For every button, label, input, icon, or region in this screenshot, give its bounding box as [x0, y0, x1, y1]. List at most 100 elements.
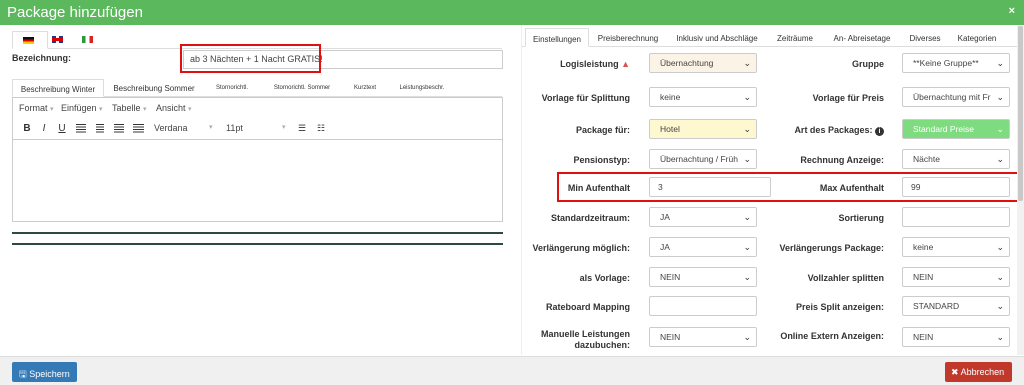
info-icon: i	[875, 127, 884, 136]
tab-preisberechnung[interactable]: Preisberechnung	[591, 28, 665, 47]
modal-header: Package hinzufügen ×	[0, 0, 1024, 25]
online-extern-select[interactable]: NEIN ⌄	[902, 327, 1010, 347]
manuelle-leistungen-select[interactable]: NEIN ⌄	[649, 327, 757, 347]
editor-toolbar: B I U Verdana ▾ 11pt ▾ ☰ ☷	[13, 118, 502, 140]
vorlage-preis-select[interactable]: Übernachtung mit Fr ⌄	[902, 87, 1010, 107]
font-family-select[interactable]: Verdana	[154, 123, 188, 133]
underline-button[interactable]: U	[56, 123, 68, 135]
rechnung-anzeige-label: Rechnung Anzeige:	[800, 155, 884, 165]
left-panel: Bezeichnung: ab 3 Nächten + 1 Nacht GRAT…	[0, 25, 510, 355]
chevron-down-icon: ⌄	[996, 332, 1004, 342]
align-right-button[interactable]	[113, 123, 125, 135]
art-packages-label: Art des Packages: i	[762, 125, 884, 136]
close-icon[interactable]: ×	[1009, 5, 1015, 17]
vollzahler-splitten-label: Vollzahler splitten	[807, 273, 884, 283]
editor-menubar: Format ▾ Einfügen ▾ Tabelle ▾ Ansicht ▾	[13, 98, 502, 118]
chevron-down-icon: ⌄	[996, 124, 1004, 134]
chevron-down-icon: ▾	[282, 124, 286, 131]
gruppe-label: Gruppe	[851, 59, 884, 69]
chevron-down-icon: ⌄	[743, 212, 751, 222]
verlaengerungs-package-label: Verlängerungs Package:	[779, 243, 884, 253]
align-center-icon	[96, 124, 104, 133]
bezeichnung-label: Bezeichnung:	[12, 53, 72, 63]
verlaengerung-moeglich-select[interactable]: JA ⌄	[649, 237, 757, 257]
chevron-down-icon: ⌄	[743, 272, 751, 282]
german-flag-icon	[23, 37, 34, 44]
highlight-box-bezeichnung	[180, 44, 321, 73]
package-fuer-label: Package für:	[575, 125, 630, 135]
tab-leistungsbeschr[interactable]: Leistungsbeschr.	[388, 79, 456, 97]
standardzeitraum-select[interactable]: JA ⌄	[649, 207, 757, 227]
menu-tabelle[interactable]: Tabelle ▾	[112, 103, 147, 113]
menu-ansicht[interactable]: Ansicht ▾	[156, 103, 192, 113]
tab-zeitraeume[interactable]: Zeiträume	[769, 28, 821, 47]
tab-diverses[interactable]: Diverses	[903, 28, 947, 47]
tab-an-abreisetage[interactable]: An- Abreisetage	[823, 28, 901, 47]
tab-beschreibung-winter[interactable]: Beschreibung Winter	[12, 79, 104, 97]
logisleistung-select[interactable]: Übernachtung ⌄	[649, 53, 757, 73]
highlight-box-aufenthalt	[557, 172, 1019, 202]
modal-footer: 🖫 Speichern ✖ Abbrechen	[0, 356, 1024, 385]
package-fuer-select[interactable]: Hotel ⌄	[649, 119, 757, 139]
gruppe-select[interactable]: **Keine Gruppe** ⌄	[902, 53, 1010, 73]
align-right-icon	[114, 124, 124, 133]
italian-flag-icon	[82, 36, 93, 43]
chevron-down-icon: ⌄	[996, 301, 1004, 311]
menu-format[interactable]: Format ▾	[19, 103, 54, 113]
vorlage-preis-label: Vorlage für Preis	[812, 93, 884, 103]
online-extern-label: Online Extern Anzeigen:	[780, 331, 884, 341]
tab-beschreibung-sommer[interactable]: Beschreibung Sommer	[106, 79, 202, 97]
sortierung-input[interactable]	[902, 207, 1010, 227]
british-flag-icon	[52, 36, 63, 43]
editor-content-area[interactable]	[13, 140, 502, 221]
chevron-down-icon: ⌄	[996, 154, 1004, 164]
chevron-down-icon: ▾	[143, 106, 147, 113]
pensionstyp-label: Pensionstyp:	[573, 155, 630, 165]
bullet-list-button[interactable]: ☰	[296, 123, 308, 135]
tab-einstellungen[interactable]: Einstellungen	[525, 28, 589, 47]
modal-title: Package hinzufügen	[7, 4, 143, 21]
tab-kurztext[interactable]: Kurztext	[344, 79, 386, 97]
tab-inklusiv-abschlaege[interactable]: Inklusiv und Abschläge	[667, 28, 767, 47]
art-packages-select[interactable]: Standard Preise ⌄	[902, 119, 1010, 139]
preis-split-select[interactable]: STANDARD ⌄	[902, 296, 1010, 316]
vollzahler-splitten-select[interactable]: NEIN ⌄	[902, 267, 1010, 287]
bold-button[interactable]: B	[21, 123, 33, 135]
rechnung-anzeige-select[interactable]: Nächte ⌄	[902, 149, 1010, 169]
als-vorlage-label: als Vorlage:	[579, 273, 630, 283]
bullet-list-icon: ☰	[297, 123, 307, 133]
align-left-button[interactable]	[75, 123, 87, 135]
close-icon: ✖	[951, 367, 959, 377]
pensionstyp-select[interactable]: Übernachtung / Früh ⌄	[649, 149, 757, 169]
chevron-down-icon: ⌄	[743, 154, 751, 164]
tab-kategorien[interactable]: Kategorien	[949, 28, 1005, 47]
als-vorlage-select[interactable]: NEIN ⌄	[649, 267, 757, 287]
standardzeitraum-label: Standardzeitraum:	[550, 213, 630, 223]
menu-einfuegen[interactable]: Einfügen ▾	[61, 103, 103, 113]
chevron-down-icon: ▾	[50, 106, 54, 113]
verlaengerungs-package-select[interactable]: keine ⌄	[902, 237, 1010, 257]
chevron-down-icon: ▾	[209, 124, 213, 131]
chevron-down-icon: ⌄	[996, 272, 1004, 282]
scrollbar-thumb[interactable]	[1018, 26, 1023, 201]
chevron-down-icon: ▾	[99, 106, 103, 113]
chevron-down-icon: ⌄	[996, 92, 1004, 102]
rateboard-mapping-input[interactable]	[649, 296, 757, 316]
chevron-down-icon: ⌄	[743, 124, 751, 134]
chevron-down-icon: ⌄	[996, 242, 1004, 252]
tab-language-it[interactable]	[72, 31, 108, 49]
align-left-icon	[76, 124, 86, 133]
description-tabs: Beschreibung Winter Beschreibung Sommer …	[12, 79, 502, 97]
justify-button[interactable]	[132, 123, 144, 135]
cancel-button[interactable]: ✖ Abbrechen	[945, 362, 1012, 382]
sortierung-label: Sortierung	[838, 213, 884, 223]
save-button[interactable]: 🖫 Speichern	[12, 362, 77, 382]
align-center-button[interactable]	[94, 123, 106, 135]
divider	[12, 243, 503, 245]
vorlage-splittung-select[interactable]: keine ⌄	[649, 87, 757, 107]
italic-button[interactable]: I	[38, 123, 50, 135]
numbered-list-button[interactable]: ☷	[315, 123, 327, 135]
font-size-select[interactable]: 11pt	[226, 123, 243, 133]
tab-stornorichtl[interactable]: Stornorichtl.	[204, 79, 260, 97]
tab-stornorichtl-sommer[interactable]: Stornorichtl. Sommer	[262, 79, 342, 97]
